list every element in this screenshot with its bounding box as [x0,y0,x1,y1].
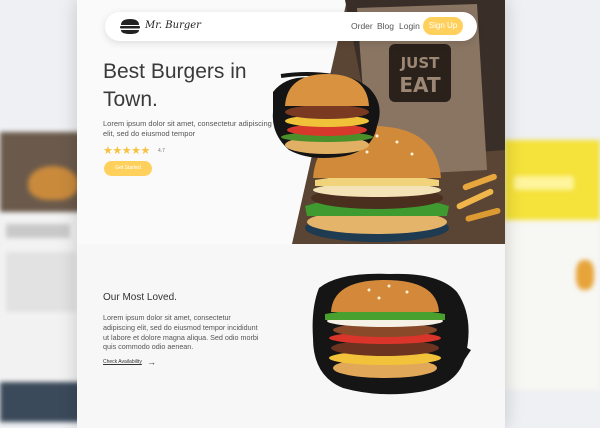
burger-logo-icon[interactable] [119,18,141,35]
arrow-right-icon[interactable]: → [147,357,156,367]
blurred-left-mockup [0,132,82,422]
bag-text-eat: EAT [399,73,441,97]
check-availability-link[interactable]: Check Availability [103,359,142,365]
hero-description: Lorem ipsum dolor sit amet, consectetur … [103,119,272,138]
blurred-right-mockup [504,140,600,390]
nav-blog[interactable]: Blog [377,21,394,31]
brand-name[interactable]: Mr. Burger [145,20,201,31]
bag-text-just: JUST [400,54,441,72]
section-description: Lorem ipsum dolor sit amet, consectetur … [103,313,259,352]
blurred-search-bar [514,176,574,190]
get-started-button[interactable]: Get Started [104,161,152,176]
hero-title: Best Burgers in Town. [103,60,247,111]
section-title: Our Most Loved. [103,292,177,303]
blurred-paragraph [6,252,76,312]
blurred-burger [28,166,78,200]
navbar: Mr. Burger Order Blog Login Sign Up [105,12,477,41]
landing-page: JUST EAT Mr. Burger Order Blog Login Sig… [77,0,505,428]
signup-button[interactable]: Sign Up [423,17,463,35]
hero-section: JUST EAT Mr. Burger Order Blog Login Sig… [77,0,505,244]
rating-value: 4.7 [158,148,165,154]
rating-stars: ★★★★★ [103,145,150,157]
blurred-food-image [576,260,594,290]
featured-burger [312,273,471,395]
nav-order[interactable]: Order [351,21,373,31]
blurred-heading [6,224,70,238]
blurred-footer [0,382,82,422]
nav-login[interactable]: Login [399,21,420,31]
brush-burger [272,72,380,158]
